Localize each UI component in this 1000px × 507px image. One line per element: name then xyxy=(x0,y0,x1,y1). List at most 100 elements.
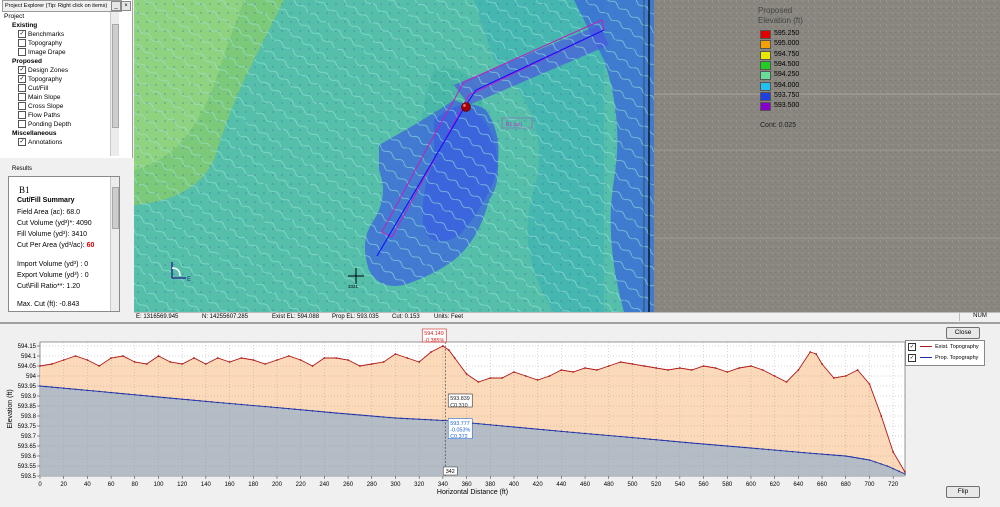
explorer-scrollbar[interactable] xyxy=(110,12,119,156)
legend-title: Proposed Elevation (ft) xyxy=(758,6,803,26)
prop-topography-point xyxy=(560,430,563,433)
exist-topography-point xyxy=(50,363,53,365)
flip-profile-button[interactable]: Flip xyxy=(946,486,980,498)
prop-topography-point xyxy=(572,431,575,434)
prop-topography-point xyxy=(412,418,415,420)
prop-topography-point xyxy=(418,418,420,421)
results-scrollbar[interactable] xyxy=(110,177,119,311)
prop-topography-point xyxy=(104,391,106,393)
map-view[interactable]: B1 (ac) 3321 E xyxy=(134,0,654,312)
x-tick-label: 380 xyxy=(485,482,496,488)
legend-prop-topography[interactable]: ✓ Prop. Topography xyxy=(908,353,978,363)
prop-topography-point xyxy=(370,415,373,417)
close-profile-button[interactable]: Close xyxy=(946,327,980,339)
tree-checkbox[interactable] xyxy=(18,111,26,120)
tree-item-flow-paths[interactable]: Flow Paths xyxy=(4,111,112,120)
y-tick-label: 594.1 xyxy=(21,354,37,360)
exist-topography-point xyxy=(844,375,847,377)
tree-checkbox[interactable] xyxy=(18,84,26,93)
legend-swatch xyxy=(760,50,771,60)
x-tick-label: 700 xyxy=(864,482,875,488)
prop-topography-point xyxy=(767,448,770,451)
tree-item-annotations[interactable]: ✓ Annotations xyxy=(4,138,112,147)
tree-checkbox[interactable]: ✓ xyxy=(18,138,26,147)
prop-topography-point xyxy=(655,438,657,441)
image-drape-area[interactable] xyxy=(654,0,1000,312)
exist-topography-point xyxy=(430,351,432,353)
x-tick-label: 400 xyxy=(509,482,520,488)
tree-item-label: Cut/Fill xyxy=(28,85,49,92)
results-scroll-thumb[interactable] xyxy=(112,187,119,229)
prop-topography-point xyxy=(341,412,343,415)
y-tick-label: 594.05 xyxy=(18,364,37,370)
tree-checkbox[interactable] xyxy=(18,93,26,102)
tree-checkbox[interactable] xyxy=(18,48,26,57)
tree-checkbox[interactable] xyxy=(18,102,26,111)
y-axis-title: Elevation (ft) xyxy=(7,389,14,428)
y-tick-label: 593.6 xyxy=(21,454,37,460)
tree-item-cut-fill[interactable]: Cut/Fill xyxy=(4,84,112,93)
prop-topography-point xyxy=(335,412,338,414)
prop-topography-point xyxy=(211,401,213,403)
profile-chart[interactable]: 0 20 40 60 80 100 120 140 160 180 200 220 240 260 280 3… xyxy=(0,324,940,505)
tree-item-miscellaneous[interactable]: Miscellaneous xyxy=(4,129,112,138)
explorer-scroll-thumb[interactable] xyxy=(112,24,119,128)
prop-topography-point xyxy=(489,423,492,426)
tree-checkbox[interactable] xyxy=(18,120,26,129)
exist-topography-point xyxy=(370,363,373,365)
prop-topography-point xyxy=(222,402,225,404)
tree-item-project[interactable]: Project xyxy=(4,12,112,21)
prop-topography-point xyxy=(844,455,847,457)
x-tick-label: 220 xyxy=(296,482,307,488)
tree-checkbox[interactable]: ✓ xyxy=(18,75,26,84)
prop-topo-checkbox[interactable]: ✓ xyxy=(908,353,916,362)
tree-item-design-zones[interactable]: ✓ Design Zones xyxy=(4,66,112,75)
exist-topo-checkbox[interactable]: ✓ xyxy=(908,342,916,351)
tree-item-topography[interactable]: ✓ Topography xyxy=(4,75,112,84)
status-prop-el: Prop EL: 593.035 xyxy=(332,314,379,320)
prop-topography-point xyxy=(495,424,497,427)
prop-topography-point xyxy=(880,463,883,465)
tree-item-benchmarks[interactable]: ✓ Benchmarks xyxy=(4,30,112,39)
legend-value: 594.750 xyxy=(774,50,800,58)
prop-topography-point xyxy=(679,441,681,443)
exist-topography-point xyxy=(856,369,859,371)
prop-topography-point xyxy=(80,388,83,391)
prop-topography-point xyxy=(163,396,166,399)
tree-item-image-drape[interactable]: Image Drape xyxy=(4,48,112,57)
exist-topography-point xyxy=(157,355,160,357)
exist-topography-point xyxy=(287,355,290,357)
tree-item-label: Main Slope xyxy=(28,94,61,101)
prop-topography-point xyxy=(400,417,403,420)
legend-exist-topography[interactable]: ✓ Exist. Topography xyxy=(908,342,979,352)
elevation-map[interactable]: B1 (ac) 3321 E xyxy=(134,0,654,312)
exist-topography-point xyxy=(359,365,361,367)
exist-topography-point xyxy=(833,377,835,379)
close-panel-button[interactable]: × xyxy=(121,1,131,11)
minimize-button[interactable]: _ xyxy=(111,1,121,11)
x-tick-label: 480 xyxy=(604,482,615,488)
exist-topo-label: Exist. Topography xyxy=(935,344,979,350)
cut-volume: Cut Volume (yd³)*: 4090 xyxy=(17,220,92,227)
x-tick-label: 140 xyxy=(201,482,212,488)
tree-checkbox[interactable]: ✓ xyxy=(18,66,26,75)
x-tick-label: 0 xyxy=(38,482,42,488)
tree-checkbox[interactable]: ✓ xyxy=(18,30,26,39)
x-tick-label: 440 xyxy=(556,482,567,488)
tree-item-topography[interactable]: Topography xyxy=(4,39,112,48)
tree-item-label: Benchmarks xyxy=(28,31,65,38)
tree-item-ponding-depth[interactable]: Ponding Depth xyxy=(4,120,112,129)
y-tick-label: 593.9 xyxy=(21,394,37,400)
prop-topography-point xyxy=(365,414,367,417)
prop-topography-point xyxy=(234,403,237,405)
prop-topography-point xyxy=(850,456,853,458)
prop-topography-point xyxy=(187,398,189,401)
tree-item-existing[interactable]: Existing xyxy=(4,21,112,30)
tree-item-cross-slope[interactable]: Cross Slope xyxy=(4,102,112,111)
prop-topography-point xyxy=(542,428,545,431)
results-label: Results xyxy=(12,166,33,172)
tree-checkbox[interactable] xyxy=(18,39,26,48)
tree-item-proposed[interactable]: Proposed xyxy=(4,57,112,66)
tree-item-main-slope[interactable]: Main Slope xyxy=(4,93,112,102)
legend-swatch xyxy=(760,81,771,91)
